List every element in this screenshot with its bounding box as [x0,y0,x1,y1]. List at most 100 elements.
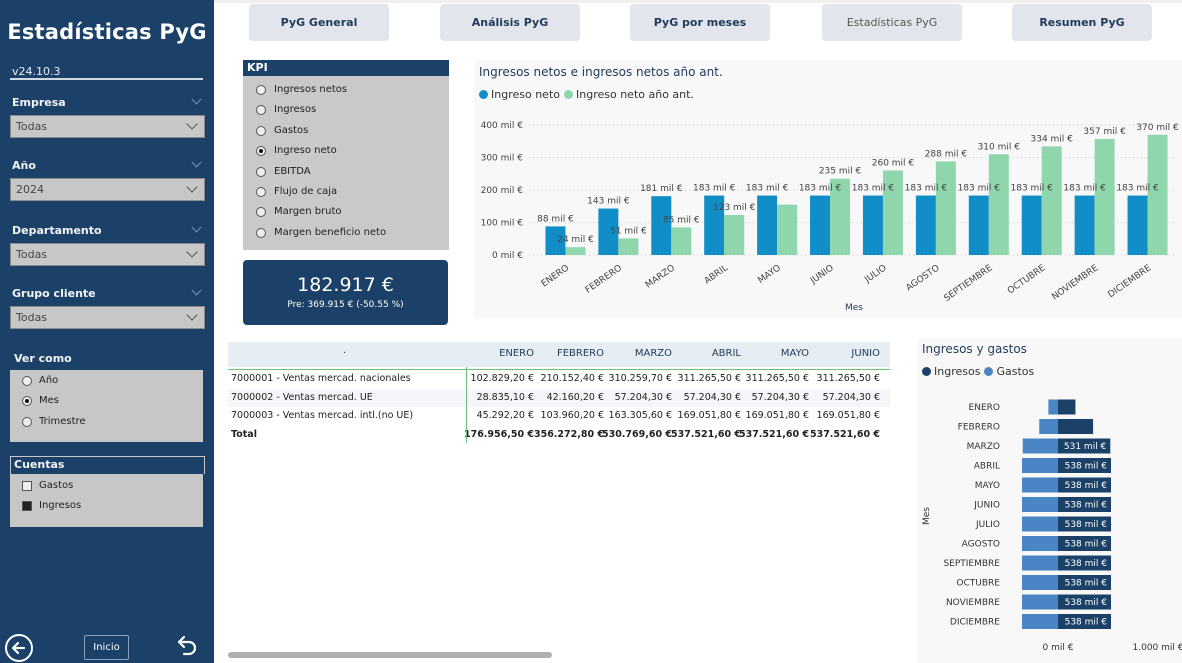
bar-ingreso-neto [915,195,936,255]
departamento-dropdown[interactable]: Todas [10,243,205,266]
ver-como-option-ano[interactable]: Año [22,375,58,386]
grupo-cliente-dropdown[interactable]: Todas [10,306,205,329]
radio-selected-icon[interactable] [22,395,32,406]
option-label: Año [39,375,59,386]
row-header-divider [466,367,467,443]
tab-pyg-general[interactable]: PyG General [249,4,389,41]
column-header[interactable]: MARZO [635,348,672,359]
data-label: 51 mil € [610,226,647,236]
y-tick-label: OCTUBRE [956,579,1000,589]
kpi-option-ingresos-netos[interactable]: Ingresos netos [256,84,347,95]
data-label: 181 mil € [640,184,683,194]
data-label: 183 mil € [905,184,948,194]
tab-pyg-por-meses[interactable]: PyG por meses [630,4,770,41]
radio-icon[interactable] [256,206,266,217]
checkbox-icon[interactable] [22,480,32,491]
x-tick-label: JULIO [862,263,888,286]
filter-label-departamento: Departamento [12,224,102,237]
x-tick-label: NOVIEMBRE [1050,263,1100,302]
back-arrow-icon[interactable] [5,634,33,662]
radio-selected-icon[interactable] [256,145,266,156]
y-axis-label: Mes [922,507,932,525]
y-tick-label: 300 mil € [481,154,524,164]
bar-ingresos [1058,419,1094,434]
x-tick-label: ABRIL [703,263,730,286]
x-tick-label: MAYO [756,263,782,286]
checkbox-checked-icon[interactable] [22,500,32,511]
kpi-option-ebitda[interactable]: EBITDA [256,166,311,177]
data-label: 538 mil € [1065,501,1108,511]
kpi-option-flujo-de-caja[interactable]: Flujo de caja [256,186,337,197]
cuentas-option-ingresos[interactable]: Ingresos [22,500,81,511]
bar-ingreso-neto [1074,195,1095,255]
app-title: Estadísticas PyG [7,20,207,44]
column-header[interactable]: ENERO [499,348,534,359]
chevron-down-icon[interactable] [191,222,202,233]
kpi-option-ingreso-neto[interactable]: Ingreso neto [256,145,337,156]
row-label: 7000003 - Ventas mercad. intl.(no UE) [231,410,414,421]
kpi-option-margen-beneficio-neto[interactable]: Margen beneficio neto [256,227,386,238]
data-label: 538 mil € [1065,481,1108,491]
data-label: 183 mil € [1063,184,1106,194]
radio-icon[interactable] [22,375,32,386]
x-tick-label: OCTUBRE [1006,263,1048,296]
column-header[interactable]: · [343,348,346,359]
cuentas-table: · ENERO FEBRERO MARZO ABRIL MAYO JUNIO 7000001… [228,342,890,642]
table-cell: 530.769,60 € [601,428,672,440]
radio-icon[interactable] [22,416,32,427]
data-label: 538 mil € [1065,618,1108,628]
option-label: Margen beneficio neto [274,227,387,238]
bar-ingreso-ant [1147,134,1168,255]
y-tick-label: FEBRERO [958,423,1000,433]
x-tick-label: MARZO [644,263,677,290]
column-header[interactable]: MAYO [781,348,809,359]
table-cell: 45.292,20 € [476,410,534,421]
data-label: 260 mil € [872,159,915,169]
table-cell: 57.204,30 € [822,391,880,403]
inicio-button[interactable]: Inicio [84,635,129,660]
bar-ingreso-ant [724,215,745,255]
y-tick-label: ABRIL [974,462,1000,472]
data-label: 183 mil € [852,184,895,194]
chevron-down-icon[interactable] [191,157,202,168]
ano-dropdown[interactable]: 2024 [10,178,205,201]
y-tick-label: JULIO [975,520,1000,530]
kpi-option-gastos[interactable]: Gastos [256,125,308,136]
column-header[interactable]: ABRIL [712,348,741,359]
chevron-down-icon[interactable] [191,285,202,296]
radio-icon[interactable] [256,166,266,177]
data-label: 183 mil € [958,184,1001,194]
y-tick-label: ENERO [969,403,1000,413]
cuentas-option-gastos[interactable]: Gastos [22,480,73,491]
data-label: 310 mil € [978,142,1021,152]
kpi-option-margen-bruto[interactable]: Margen bruto [256,206,342,217]
y-tick-label: MAYO [975,481,1000,491]
radio-icon[interactable] [256,186,266,197]
undo-icon[interactable] [172,633,200,661]
table-total-row: Total 176.956,50 €356.272,80 €530.769,60 … [228,426,890,444]
ingresos-gastos-chart: Ingresos y gastos Ingresos Gastos ENERO F… [918,338,1182,663]
column-header[interactable]: FEBRERO [557,348,604,359]
data-label: 235 mil € [819,167,862,177]
chevron-down-icon[interactable] [191,94,202,105]
radio-icon[interactable] [256,227,266,238]
tab-estadisticas-pyg[interactable]: Estadísticas PyG [822,4,962,41]
radio-icon[interactable] [256,84,266,95]
radio-icon[interactable] [256,104,266,115]
table-cell: 163.305,60 € [608,410,672,421]
empresa-dropdown[interactable]: Todas [10,115,205,138]
table-cell: 57.204,30 € [683,391,741,403]
option-label: Ingresos [39,500,82,511]
column-header[interactable]: JUNIO [851,348,880,359]
table-cell: 102.829,20 € [470,373,534,384]
ver-como-option-mes[interactable]: Mes [22,395,59,406]
table-cell: 28.835,10 € [476,391,534,403]
tab-resumen-pyg[interactable]: Resumen PyG [1012,4,1152,41]
kpi-option-ingresos[interactable]: Ingresos [256,104,316,115]
data-label: 88 mil € [537,214,574,224]
radio-icon[interactable] [256,125,266,136]
ver-como-option-trimestre[interactable]: Trimestre [22,416,86,427]
chevron-down-icon [186,309,198,321]
table-horizontal-scrollbar[interactable] [228,652,552,658]
tab-analisis-pyg[interactable]: Análisis PyG [440,4,580,41]
